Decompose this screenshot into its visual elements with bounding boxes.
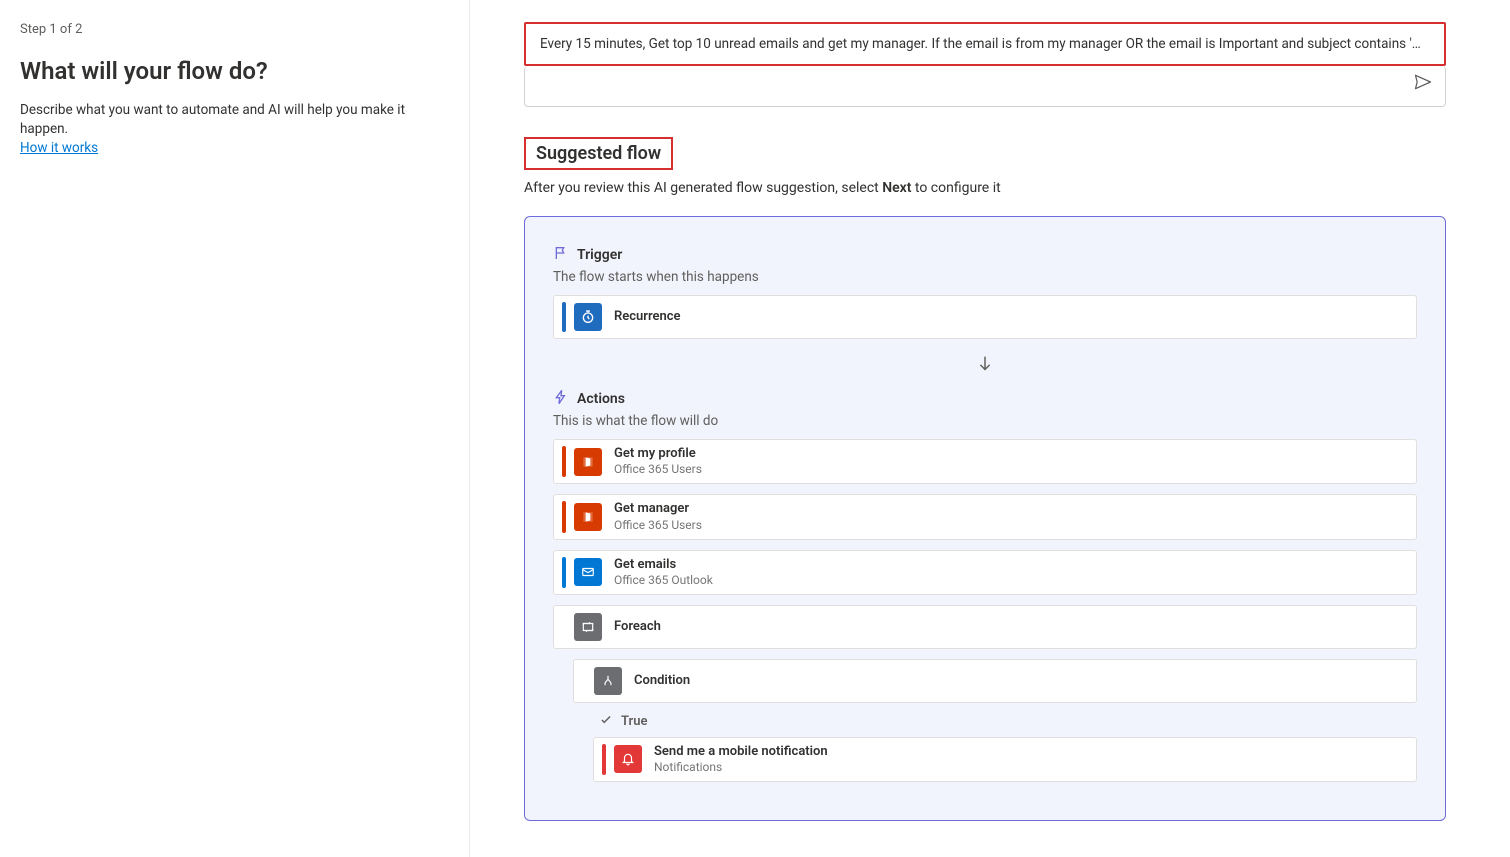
condition-true-label: True [599, 713, 1417, 731]
action-card-send-notification[interactable]: Send me a mobile notification Notificati… [593, 737, 1417, 782]
outlook-icon [574, 558, 602, 586]
suggested-sub-bold: Next [882, 180, 911, 196]
page-description: Describe what you want to automate and A… [20, 101, 449, 158]
flow-canvas: Trigger The flow starts when this happen… [524, 216, 1446, 821]
card-title: Send me a mobile notification [654, 744, 828, 760]
action-card-get-my-profile[interactable]: Get my profile Office 365 Users [553, 439, 1417, 484]
left-panel: Step 1 of 2 What will your flow do? Desc… [0, 0, 470, 857]
page-title: What will your flow do? [20, 57, 449, 85]
actions-stack: Get my profile Office 365 Users Get mana… [553, 439, 1417, 782]
loop-icon [574, 613, 602, 641]
card-subtitle: Notifications [654, 760, 828, 775]
office-icon [574, 503, 602, 531]
card-title: Recurrence [614, 309, 681, 325]
action-card-get-emails[interactable]: Get emails Office 365 Outlook [553, 550, 1417, 595]
send-icon[interactable] [1413, 72, 1433, 96]
action-card-foreach[interactable]: Foreach [553, 605, 1417, 649]
bell-icon [614, 745, 642, 773]
suggested-subtitle: After you review this AI generated flow … [524, 180, 1446, 196]
branch-icon [594, 667, 622, 695]
flag-icon [553, 245, 569, 265]
how-it-works-link[interactable]: How it works [20, 140, 98, 156]
bolt-icon [553, 389, 569, 409]
send-row [525, 66, 1445, 106]
desc-text: Describe what you want to automate and A… [20, 102, 405, 137]
trigger-card-recurrence[interactable]: Recurrence [553, 295, 1417, 339]
prompt-container [524, 66, 1446, 107]
actions-sub: This is what the flow will do [553, 413, 1417, 429]
action-card-get-manager[interactable]: Get manager Office 365 Users [553, 494, 1417, 539]
card-title: Condition [634, 673, 690, 689]
suggested-sub-post: to configure it [911, 180, 1000, 196]
action-card-condition[interactable]: Condition [573, 659, 1417, 703]
actions-title: Actions [577, 391, 625, 407]
actions-header: Actions [553, 389, 1417, 409]
trigger-header: Trigger [553, 245, 1417, 265]
office-icon [574, 448, 602, 476]
trigger-title: Trigger [577, 247, 622, 263]
card-subtitle: Office 365 Users [614, 518, 702, 533]
card-title: Foreach [614, 619, 661, 635]
arrow-down-icon [553, 341, 1417, 389]
card-subtitle: Office 365 Users [614, 462, 702, 477]
step-indicator: Step 1 of 2 [20, 22, 449, 37]
card-title: Get emails [614, 557, 713, 573]
prompt-wrapper: Every 15 minutes, Get top 10 unread emai… [524, 22, 1446, 107]
card-subtitle: Office 365 Outlook [614, 573, 713, 588]
card-title: Get my profile [614, 446, 702, 462]
trigger-sub: The flow starts when this happens [553, 269, 1417, 285]
right-panel: Every 15 minutes, Get top 10 unread emai… [470, 0, 1510, 857]
true-text: True [621, 714, 647, 729]
card-title: Get manager [614, 501, 702, 517]
suggested-section: Suggested flow After you review this AI … [524, 137, 1446, 196]
suggested-sub-pre: After you review this AI generated flow … [524, 180, 882, 196]
clock-icon [574, 303, 602, 331]
check-icon [599, 713, 613, 731]
prompt-input[interactable]: Every 15 minutes, Get top 10 unread emai… [524, 22, 1446, 66]
suggested-heading: Suggested flow [524, 137, 673, 170]
